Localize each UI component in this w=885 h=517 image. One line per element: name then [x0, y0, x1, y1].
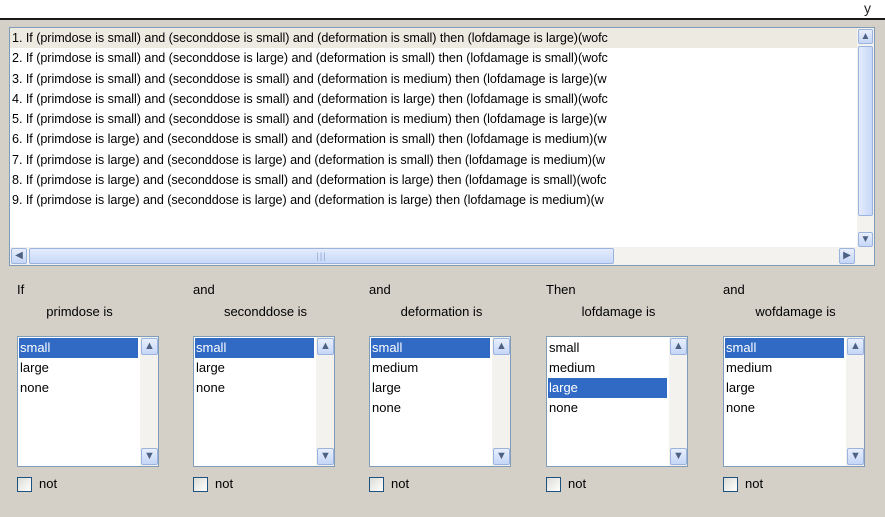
consequent-column-wofdamage: and wofdamage is small medium large none…	[723, 282, 883, 512]
listbox-option[interactable]: none	[725, 398, 844, 418]
not-checkbox[interactable]	[193, 477, 208, 492]
rule-row[interactable]: 6. If (primdose is large) and (seconddos…	[10, 129, 857, 149]
scroll-up-arrow-icon[interactable]: ▲	[317, 338, 334, 355]
rule-row[interactable]: 1. If (primdose is small) and (seconddos…	[10, 28, 857, 49]
rule-row[interactable]: 9. If (primdose is large) and (seconddos…	[10, 190, 857, 210]
listbox-option[interactable]: small	[725, 338, 844, 358]
scroll-up-arrow-icon[interactable]: ▲	[670, 338, 687, 355]
rules-vertical-thumb[interactable]	[858, 46, 873, 216]
rule-row[interactable]: 7. If (primdose is large) and (seconddos…	[10, 150, 857, 170]
not-checkbox[interactable]	[546, 477, 561, 492]
grip-icon: |||	[316, 251, 327, 261]
window-top-strip: y	[0, 0, 885, 20]
scroll-up-arrow-icon[interactable]: ▲	[858, 29, 873, 44]
listbox-option[interactable]: small	[195, 338, 314, 358]
not-checkbox-label: not	[215, 476, 234, 491]
listbox-option[interactable]: none	[371, 398, 490, 418]
antecedent-column-primdose: If primdose is small large none ▲ ▼ not	[17, 282, 177, 512]
scroll-down-arrow-icon[interactable]: ▼	[858, 232, 873, 247]
consequent-column-lofdamage: Then lofdamage is small medium large non…	[546, 282, 706, 512]
scroll-down-arrow-icon[interactable]: ▼	[493, 448, 510, 465]
rule-row[interactable]: 5. If (primdose is small) and (seconddos…	[10, 109, 857, 129]
not-checkbox-label: not	[391, 476, 410, 491]
scroll-down-arrow-icon[interactable]: ▼	[847, 448, 864, 465]
listbox-option[interactable]: small	[548, 338, 667, 358]
connector-label: and	[193, 282, 215, 297]
listbox-scrollbar[interactable]: ▲ ▼	[669, 337, 687, 466]
variable-label: deformation is	[400, 304, 483, 319]
listbox-option[interactable]: large	[548, 378, 667, 398]
scroll-down-arrow-icon[interactable]: ▼	[670, 448, 687, 465]
rules-horizontal-thumb[interactable]: |||	[29, 248, 614, 264]
connector-label: and	[723, 282, 745, 297]
listbox-option[interactable]: none	[548, 398, 667, 418]
scroll-left-arrow-icon[interactable]: ◀	[11, 248, 27, 264]
scroll-up-arrow-icon[interactable]: ▲	[493, 338, 510, 355]
listbox-option[interactable]: small	[19, 338, 138, 358]
listbox-option[interactable]: small	[371, 338, 490, 358]
rule-row[interactable]: 3. If (primdose is small) and (seconddos…	[10, 69, 857, 89]
variable-label: seconddose is	[223, 304, 308, 319]
rule-row[interactable]: 4. If (primdose is small) and (seconddos…	[10, 89, 857, 109]
listbox-option[interactable]: none	[195, 378, 314, 398]
primdose-listbox[interactable]: small large none ▲ ▼	[17, 336, 159, 467]
scroll-down-arrow-icon[interactable]: ▼	[141, 448, 158, 465]
not-checkbox-label: not	[745, 476, 764, 491]
not-checkbox[interactable]	[17, 477, 32, 492]
not-checkbox[interactable]	[723, 477, 738, 492]
lofdamage-listbox[interactable]: small medium large none ▲ ▼	[546, 336, 688, 467]
listbox-scrollbar[interactable]: ▲ ▼	[846, 337, 864, 466]
rules-list[interactable]: 1. If (primdose is small) and (seconddos…	[9, 27, 875, 266]
scroll-down-arrow-icon[interactable]: ▼	[317, 448, 334, 465]
listbox-option[interactable]: large	[19, 358, 138, 378]
antecedent-column-deformation: and deformation is small medium large no…	[369, 282, 529, 512]
variable-label: lofdamage is	[581, 304, 656, 319]
listbox-scrollbar[interactable]: ▲ ▼	[140, 337, 158, 466]
rules-horizontal-scrollbar[interactable]: ◀ ||| ▶	[10, 247, 857, 265]
not-checkbox-label: not	[39, 476, 58, 491]
listbox-option[interactable]: medium	[371, 358, 490, 378]
antecedent-column-seconddose: and seconddose is small large none ▲ ▼ n…	[193, 282, 353, 512]
variable-label: primdose is	[46, 304, 113, 319]
listbox-option[interactable]: medium	[548, 358, 667, 378]
rule-row[interactable]: 8. If (primdose is large) and (seconddos…	[10, 170, 857, 190]
listbox-option[interactable]: large	[725, 378, 844, 398]
scroll-up-arrow-icon[interactable]: ▲	[141, 338, 158, 355]
scroll-right-arrow-icon[interactable]: ▶	[839, 248, 855, 264]
rules-vertical-scrollbar[interactable]: ▲ ▼	[857, 28, 874, 248]
seconddose-listbox[interactable]: small large none ▲ ▼	[193, 336, 335, 467]
rules-viewport: 1. If (primdose is small) and (seconddos…	[10, 28, 857, 248]
not-checkbox-label: not	[568, 476, 587, 491]
listbox-option[interactable]: large	[195, 358, 314, 378]
connector-label: and	[369, 282, 391, 297]
listbox-option[interactable]: none	[19, 378, 138, 398]
connector-label: If	[17, 282, 25, 297]
rule-row[interactable]: 2. If (primdose is small) and (seconddos…	[10, 48, 857, 68]
listbox-scrollbar[interactable]: ▲ ▼	[316, 337, 334, 466]
listbox-option[interactable]: medium	[725, 358, 844, 378]
wofdamage-listbox[interactable]: small medium large none ▲ ▼	[723, 336, 865, 467]
scroll-up-arrow-icon[interactable]: ▲	[847, 338, 864, 355]
deformation-listbox[interactable]: small medium large none ▲ ▼	[369, 336, 511, 467]
listbox-option[interactable]: large	[371, 378, 490, 398]
listbox-scrollbar[interactable]: ▲ ▼	[492, 337, 510, 466]
variable-label: wofdamage is	[755, 304, 836, 319]
title-fragment-glyph: y	[864, 0, 871, 16]
not-checkbox[interactable]	[369, 477, 384, 492]
scroll-corner	[857, 247, 874, 265]
connector-label: Then	[546, 282, 576, 297]
